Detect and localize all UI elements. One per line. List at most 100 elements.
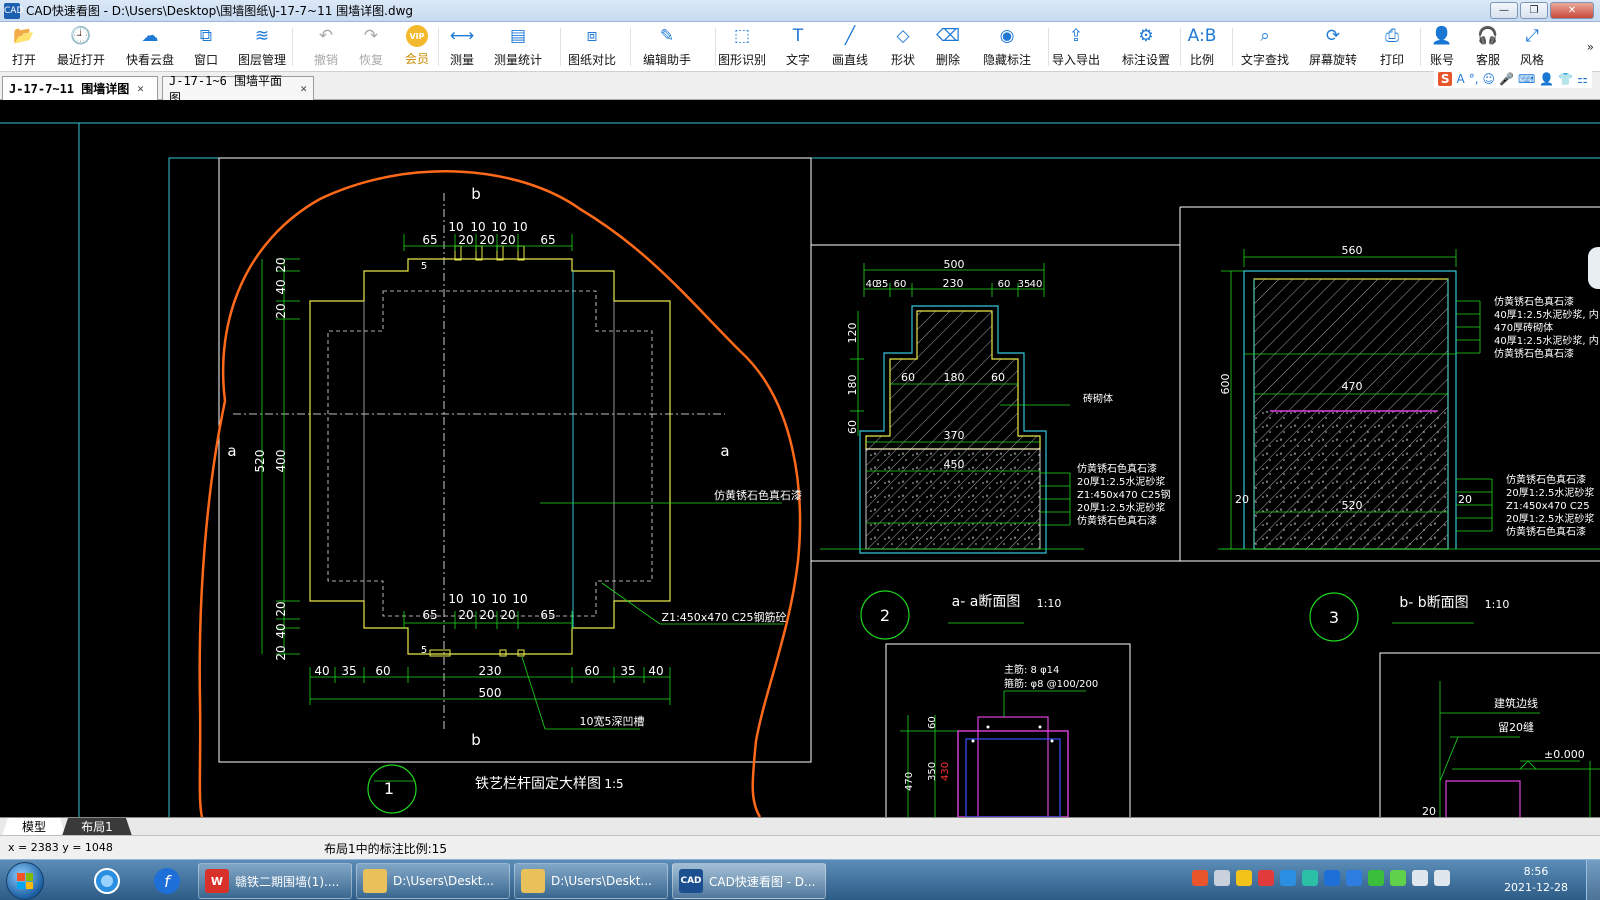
- toolbar-label: 恢复: [358, 53, 383, 67]
- tray-icon[interactable]: [1280, 870, 1296, 886]
- dim-text: 35: [620, 664, 635, 678]
- dim-text: 20: [458, 608, 473, 622]
- maximize-button[interactable]: ❐: [1520, 2, 1548, 19]
- toolbar-label: 隐藏标注: [983, 53, 1032, 67]
- dim-text: 10: [448, 220, 463, 234]
- minimize-button[interactable]: —: [1490, 2, 1518, 19]
- weibo-icon[interactable]: [1258, 870, 1274, 886]
- ime-item-icon[interactable]: 🎤: [1499, 72, 1514, 86]
- undo-button[interactable]: ↶ 撤销: [302, 24, 350, 70]
- taskbar-item-folder[interactable]: D:\Users\Deskt...: [514, 863, 668, 899]
- shield-icon[interactable]: [1346, 870, 1362, 886]
- close-button[interactable]: ✕: [1550, 2, 1594, 19]
- wechat-icon[interactable]: [1368, 870, 1384, 886]
- recent-button[interactable]: 🕘 最近打开: [57, 24, 105, 70]
- delete-button[interactable]: ⌫ 删除: [924, 24, 972, 70]
- line-button[interactable]: ╱ 画直线: [826, 24, 874, 70]
- window-button[interactable]: ⧉ 窗口: [182, 24, 230, 70]
- taskbar-item-label: 赣铁二期围墙(1)....: [235, 874, 340, 889]
- dim-text: 520: [1342, 499, 1363, 512]
- dim-text: 10: [448, 592, 463, 606]
- nvidia-icon[interactable]: [1390, 870, 1406, 886]
- taskbar-item-cad[interactable]: CAD CAD快速看图 - D...: [672, 863, 826, 899]
- title-bar: CAD CAD快速看图 - D:\Users\Desktop\围墙图纸\J-17…: [0, 0, 1600, 22]
- toolbar-label: 测量统计: [494, 53, 543, 67]
- measure-button[interactable]: ⟷ 测量: [438, 24, 486, 70]
- ime-item-icon[interactable]: 👕: [1558, 72, 1573, 86]
- toolbar-label: 比例: [1189, 53, 1214, 67]
- export-icon: ⇪: [1068, 26, 1084, 46]
- side-panel-handle[interactable]: [1588, 247, 1600, 289]
- dim-text: 40: [274, 623, 288, 638]
- layers-button[interactable]: ≋ 图层管理: [238, 24, 286, 70]
- text-find-button[interactable]: ⌕ 文字查找: [1241, 24, 1289, 70]
- dim-text: 180: [846, 375, 859, 396]
- shape-recognize-button[interactable]: ⬚ 图形识别: [718, 24, 766, 70]
- mark-settings-button[interactable]: ⚙ 标注设置: [1122, 24, 1170, 70]
- ime-item-icon[interactable]: ⚏: [1577, 72, 1588, 86]
- clock-date: 2021-12-28: [1504, 881, 1568, 894]
- dim-text: 65: [540, 608, 555, 622]
- toolbar-label: 会员: [404, 52, 429, 66]
- volume-icon[interactable]: [1412, 870, 1428, 886]
- tab-close-icon[interactable]: ✕: [300, 82, 307, 95]
- show-desktop-button[interactable]: [1586, 860, 1600, 900]
- note-text: Z1:450x470 C25钢: [1077, 488, 1171, 501]
- ime-item-icon[interactable]: 👤: [1539, 72, 1554, 86]
- redo-button[interactable]: ↷ 恢复: [347, 24, 395, 70]
- ime-tray-icon[interactable]: [1192, 870, 1208, 886]
- text-button[interactable]: T 文字: [774, 24, 822, 70]
- toolbar-separator: [560, 28, 561, 66]
- tab-j17-1-6[interactable]: J-17-1~6 围墙平面图 ✕: [162, 74, 314, 105]
- tray-icon[interactable]: [1302, 870, 1318, 886]
- open-button[interactable]: 📂 打开: [0, 24, 48, 70]
- taskbar-item-folder[interactable]: D:\Users\Deskt...: [356, 863, 510, 899]
- layout-tab-model[interactable]: 模型: [2, 818, 66, 836]
- account-button[interactable]: 👤 账号: [1418, 24, 1466, 70]
- dim-text: 470: [904, 772, 915, 791]
- dim-text: 20: [274, 303, 288, 318]
- vip-button[interactable]: VIP 会员: [393, 24, 441, 70]
- lock-icon[interactable]: [1236, 870, 1252, 886]
- rotate-button[interactable]: ⟳ 屏幕旋转: [1309, 24, 1357, 70]
- drawing-canvas[interactable]: b b a a 10 10 10 10 65 20 20 20 65 10 10…: [0, 101, 1600, 817]
- ime-item-icon[interactable]: ⌨: [1518, 72, 1535, 86]
- detail-caption: a- a断面图: [952, 594, 1021, 610]
- hide-marks-button[interactable]: ◉ 隐藏标注: [983, 24, 1031, 70]
- ime-item-icon[interactable]: A: [1456, 72, 1464, 86]
- tab-close-icon[interactable]: ✕: [137, 82, 144, 95]
- compare-button[interactable]: ⧈ 图纸对比: [568, 24, 616, 70]
- dim-text: 20: [274, 645, 288, 660]
- note-text: 仿黄锈石色真石漆: [1077, 462, 1157, 475]
- note-text: 470厚砖砌体: [1494, 321, 1553, 334]
- layout-tab-layout1[interactable]: 布局1: [62, 818, 132, 836]
- system-clock[interactable]: 8:56 2021-12-28: [1504, 864, 1568, 896]
- taskbar-item-wps[interactable]: W 赣铁二期围墙(1)....: [198, 863, 352, 899]
- service-button[interactable]: 🎧 客服: [1464, 24, 1512, 70]
- print-button[interactable]: ⎙ 打印: [1368, 24, 1416, 70]
- ime-logo-icon[interactable]: S: [1437, 72, 1453, 86]
- taskbar-pin-browser[interactable]: [82, 863, 132, 899]
- tray-icon[interactable]: [1214, 870, 1230, 886]
- detail-caption: b- b断面图: [1399, 595, 1468, 611]
- tray-icon[interactable]: [1324, 870, 1340, 886]
- detail-scale: 1:10: [1485, 598, 1510, 611]
- scale-button[interactable]: A:B 比例: [1178, 24, 1226, 70]
- taskbar-pin-app[interactable]: f: [142, 863, 192, 899]
- shape-button[interactable]: ◇ 形状: [879, 24, 927, 70]
- toolbar-more-button[interactable]: »: [1587, 40, 1594, 54]
- measure-stats-button[interactable]: ▤ 测量统计: [494, 24, 542, 70]
- start-button[interactable]: [6, 862, 44, 900]
- cad-viewer-app: CAD CAD快速看图 - D:\Users\Desktop\围墙图纸\J-17…: [0, 0, 1600, 900]
- eraser-icon: ⌫: [935, 26, 961, 46]
- note-text: 仿黄锈石色真石漆: [1506, 473, 1586, 486]
- ime-item-icon[interactable]: ☺: [1483, 72, 1496, 86]
- ime-item-icon[interactable]: °,: [1469, 72, 1479, 86]
- import-export-button[interactable]: ⇪ 导入导出: [1052, 24, 1100, 70]
- network-icon[interactable]: [1434, 870, 1450, 886]
- style-button[interactable]: ⤢ 风格: [1508, 24, 1556, 70]
- edit-helper-button[interactable]: ✎ 编辑助手: [643, 24, 691, 70]
- windows-logo-icon: [17, 873, 33, 889]
- tab-j17-7-11[interactable]: J-17-7~11 围墙详图 ✕: [2, 76, 158, 100]
- cloud-button[interactable]: ☁ 快看云盘: [126, 24, 174, 70]
